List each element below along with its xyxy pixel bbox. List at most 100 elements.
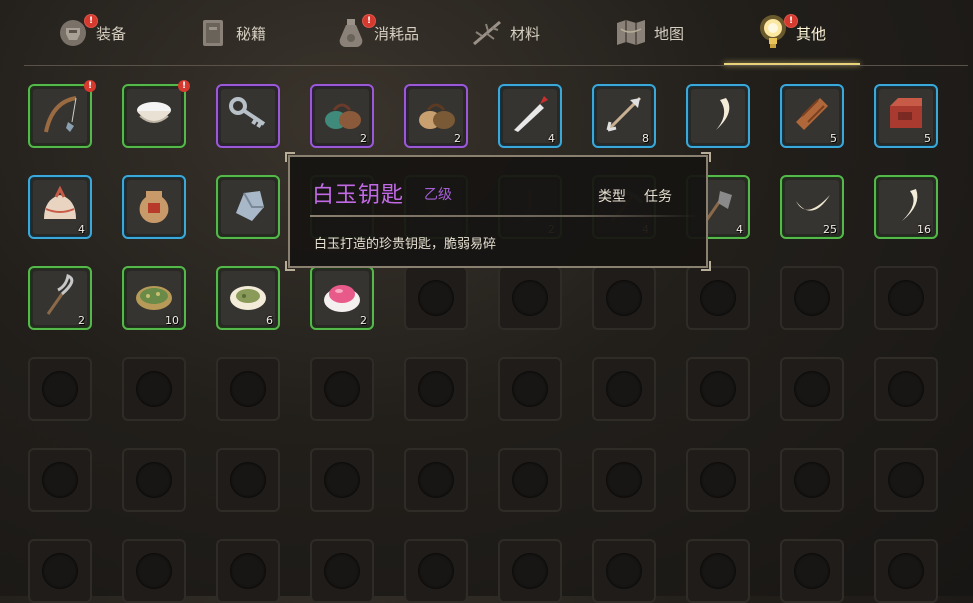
tab-equipment[interactable]: ! 装备 [56,6,126,60]
item-count: 2 [78,314,85,327]
empty-slot[interactable] [780,357,844,421]
empty-slot[interactable] [498,448,562,512]
item-count: 2 [360,314,367,327]
empty-slot[interactable] [404,448,468,512]
tooltip-divider [310,215,698,217]
key-icon [226,92,270,136]
empty-slot[interactable] [592,357,656,421]
inventory-slot[interactable]: 5 [874,84,938,148]
item-count: 6 [266,314,273,327]
empty-slot[interactable] [686,266,750,330]
tab-map[interactable]: 地图 [614,6,684,60]
tab-alert-badge: ! [84,14,98,28]
empty-slot[interactable] [404,539,468,603]
empty-slot[interactable] [686,539,750,603]
item-count: 10 [165,314,179,327]
inventory-slot[interactable]: 10 [122,266,186,330]
horn-icon [790,183,834,227]
inventory-slot[interactable]: 8 [592,84,656,148]
empty-slot[interactable] [874,266,938,330]
tab-consumables[interactable]: ! 消耗品 [334,6,419,60]
empty-slot[interactable] [686,448,750,512]
item-count: 4 [548,132,555,145]
inventory-slot[interactable]: 2 [28,266,92,330]
arrow-icon [602,92,646,136]
empty-slot[interactable] [780,539,844,603]
fang-icon [696,92,740,136]
empty-slot[interactable] [310,357,374,421]
empty-slot[interactable] [592,448,656,512]
tooltip-type-label: 类型 [598,189,626,205]
inventory-slot[interactable] [216,175,280,239]
empty-slot[interactable] [122,448,186,512]
dagger-icon [508,92,552,136]
tooltip-type-value: 任务 [644,189,672,205]
tooltip-corner [285,261,295,271]
herb-icon [470,16,504,50]
empty-slot[interactable] [28,448,92,512]
inventory-slot[interactable]: 16 [874,175,938,239]
tab-other[interactable]: ! 其他 [756,6,826,60]
inventory-slot[interactable]: 4 [498,84,562,148]
new-item-badge: ! [178,80,190,92]
empty-slot[interactable] [310,448,374,512]
empty-slot[interactable] [28,357,92,421]
tooltip-corner [701,261,711,271]
empty-slot[interactable] [404,357,468,421]
map-icon [614,16,648,50]
tab-manuals[interactable]: 秘籍 [196,6,266,60]
empty-slot[interactable] [310,539,374,603]
item-count: 25 [823,223,837,236]
empty-slot[interactable] [122,357,186,421]
rice-bowl-icon [132,92,176,136]
empty-slot[interactable] [28,539,92,603]
empty-slot[interactable] [874,539,938,603]
empty-slot[interactable] [498,539,562,603]
tab-materials[interactable]: 材料 [470,6,540,60]
inventory-slot[interactable]: 6 [216,266,280,330]
empty-slot[interactable] [498,357,562,421]
empty-slot[interactable] [592,539,656,603]
inventory-slot[interactable]: ! [122,80,190,148]
inventory-slot[interactable] [216,84,280,148]
inventory-slot[interactable] [122,175,186,239]
inventory-slot[interactable]: 25 [780,175,844,239]
empty-slot[interactable] [874,357,938,421]
empty-slot[interactable] [122,539,186,603]
empty-slot[interactable] [216,448,280,512]
red-box-icon [884,92,928,136]
stone-icon [226,183,270,227]
wood-planks-icon [790,92,834,136]
empty-slot[interactable] [874,448,938,512]
empty-slot[interactable] [216,539,280,603]
tab-label: 秘籍 [236,24,267,43]
empty-slot[interactable] [780,448,844,512]
empty-slot[interactable] [592,266,656,330]
inventory-slot[interactable]: 5 [780,84,844,148]
inventory-slot[interactable]: ! [28,80,96,148]
empty-slot[interactable] [686,357,750,421]
inventory-slot[interactable]: 2 [404,84,468,148]
empty-slot[interactable] [780,266,844,330]
empty-slot[interactable] [498,266,562,330]
item-count: 2 [360,132,367,145]
item-count: 4 [736,223,743,236]
sickle-icon [38,274,82,318]
tooltip-corner [285,152,295,162]
inventory-slot[interactable] [686,84,750,148]
item-count: 5 [830,132,837,145]
tab-label: 装备 [96,24,127,43]
tab-label: 材料 [510,24,541,43]
category-tab-bar: ! 装备 秘籍 ! 消耗品 材料 地图 ! 其他 [0,0,973,66]
inventory-slot[interactable]: 2 [310,84,374,148]
dish-icon [226,274,270,318]
empty-slot[interactable] [216,357,280,421]
tooth-icon [884,183,928,227]
item-count: 16 [917,223,931,236]
inventory-slot[interactable]: 4 [28,175,92,239]
potion-icon: ! [334,14,376,50]
inventory-slot[interactable]: 2 [310,266,374,330]
tab-label: 地图 [654,24,685,43]
empty-slot[interactable] [404,266,468,330]
tab-label: 消耗品 [374,24,420,43]
